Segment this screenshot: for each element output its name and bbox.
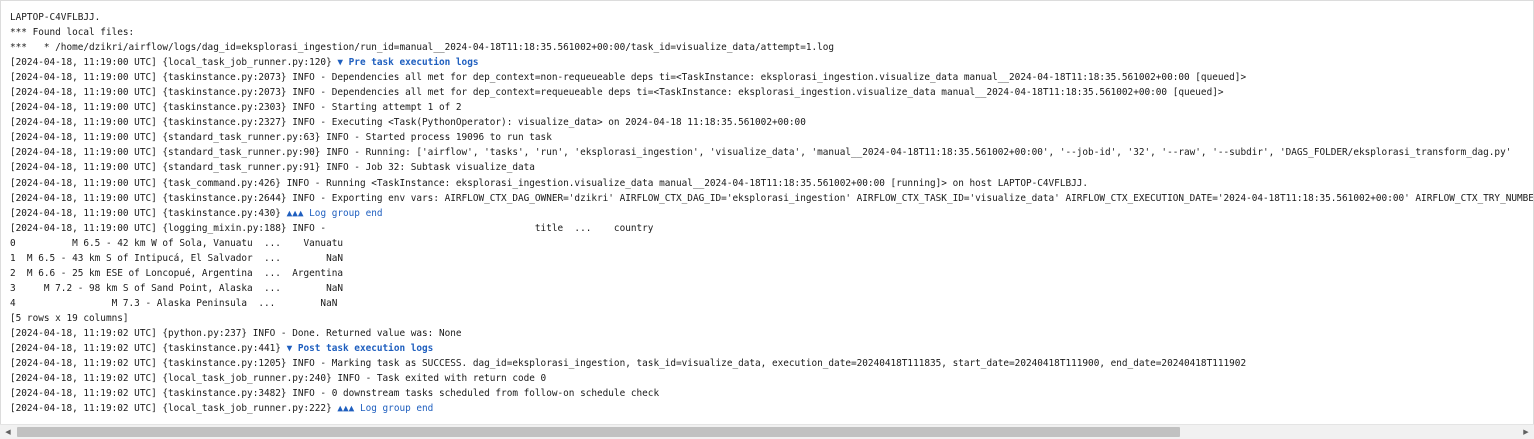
log-line: 0 M 6.5 - 42 km W of Sola, Vanuatu ... V… — [10, 236, 1533, 251]
log-line: [2024-04-18, 11:19:00 UTC] {taskinstance… — [10, 70, 1533, 85]
log-line: 1 M 6.5 - 43 km S of Intipucá, El Salvad… — [10, 251, 1533, 266]
log-line: [2024-04-18, 11:19:00 UTC] {standard_tas… — [10, 160, 1533, 175]
log-line: [2024-04-18, 11:19:02 UTC] {python.py:23… — [10, 326, 1533, 341]
log-line: LAPTOP-C4VFLBJJ. — [10, 10, 1533, 25]
log-content: LAPTOP-C4VFLBJJ. *** Found local files: **… — [10, 10, 1533, 416]
log-line-text: [2024-04-18, 11:19:02 UTC] {python.py:23… — [10, 327, 462, 339]
chevron-right-icon[interactable]: ▶ — [1519, 425, 1533, 439]
log-line-text: [2024-04-18, 11:19:02 UTC] {taskinstance… — [10, 388, 660, 400]
log-line-text: 4 M 7.3 - Alaska Peninsula ... NaN — [10, 297, 338, 309]
log-group-toggle[interactable]: ▼ Post task execution logs — [287, 343, 434, 354]
log-line-text: [2024-04-18, 11:19:00 UTC] {logging_mixi… — [10, 222, 654, 234]
log-line-text: [5 rows x 19 columns] — [10, 312, 129, 324]
log-line-text: [2024-04-18, 11:19:00 UTC] {taskinstance… — [10, 117, 806, 129]
log-group-end-link[interactable]: ▲▲▲ Log group end — [337, 403, 433, 414]
log-line-text: *** Found local files: — [10, 27, 135, 39]
log-line: [2024-04-18, 11:19:00 UTC] {local_task_j… — [10, 55, 1533, 70]
log-panel: LAPTOP-C4VFLBJJ. *** Found local files: **… — [0, 0, 1534, 439]
log-line: [2024-04-18, 11:19:00 UTC] {taskinstance… — [10, 115, 1533, 130]
log-line-text: 2 M 6.6 - 25 km ESE of Loncopué, Argenti… — [10, 267, 344, 279]
log-line: [2024-04-18, 11:19:00 UTC] {taskinstance… — [10, 206, 1533, 221]
log-line: [2024-04-18, 11:19:02 UTC] {taskinstance… — [10, 386, 1533, 401]
log-line-text: [2024-04-18, 11:19:02 UTC] {local_task_j… — [10, 403, 338, 415]
log-line: [5 rows x 19 columns] — [10, 311, 1533, 326]
log-line-text: 0 M 6.5 - 42 km W of Sola, Vanuatu ... V… — [10, 237, 344, 249]
chevron-left-icon[interactable]: ◀ — [1, 425, 15, 439]
log-line: [2024-04-18, 11:19:00 UTC] {taskinstance… — [10, 191, 1533, 206]
scrollbar-thumb[interactable] — [17, 427, 1180, 437]
log-line-text: [2024-04-18, 11:19:00 UTC] {standard_tas… — [10, 147, 1512, 159]
log-line-text: [2024-04-18, 11:19:00 UTC] {standard_tas… — [10, 162, 535, 174]
log-line-text: [2024-04-18, 11:19:00 UTC] {taskinstance… — [10, 87, 1224, 99]
log-line: [2024-04-18, 11:19:02 UTC] {taskinstance… — [10, 341, 1533, 356]
log-line-text: [2024-04-18, 11:19:00 UTC] {taskinstance… — [10, 192, 1534, 204]
log-line-text: [2024-04-18, 11:19:00 UTC] {taskinstance… — [10, 207, 287, 219]
log-line: [2024-04-18, 11:19:02 UTC] {taskinstance… — [10, 356, 1533, 371]
log-line: [2024-04-18, 11:19:00 UTC] {standard_tas… — [10, 145, 1533, 160]
log-line: [2024-04-18, 11:19:02 UTC] {local_task_j… — [10, 371, 1533, 386]
log-line-text: [2024-04-18, 11:19:02 UTC] {taskinstance… — [10, 343, 287, 355]
log-line-text: [2024-04-18, 11:19:00 UTC] {local_task_j… — [10, 57, 338, 69]
log-line: [2024-04-18, 11:19:00 UTC] {task_command… — [10, 176, 1533, 191]
log-line-text: LAPTOP-C4VFLBJJ. — [10, 12, 101, 23]
horizontal-scrollbar[interactable]: ◀ ▶ — [0, 424, 1534, 439]
log-line: [2024-04-18, 11:19:00 UTC] {standard_tas… — [10, 130, 1533, 145]
log-line: [2024-04-18, 11:19:02 UTC] {local_task_j… — [10, 401, 1533, 416]
log-line-text: 3 M 7.2 - 98 km S of Sand Point, Alaska … — [10, 282, 344, 294]
log-line: [2024-04-18, 11:19:00 UTC] {taskinstance… — [10, 85, 1533, 100]
log-line-text: [2024-04-18, 11:19:02 UTC] {local_task_j… — [10, 373, 547, 385]
log-line-text: [2024-04-18, 11:19:00 UTC] {taskinstance… — [10, 102, 462, 114]
log-line: 2 M 6.6 - 25 km ESE of Loncopué, Argenti… — [10, 266, 1533, 281]
log-line-text: [2024-04-18, 11:19:00 UTC] {task_command… — [10, 177, 1089, 189]
log-group-end-link[interactable]: ▲▲▲ Log group end — [287, 208, 383, 219]
log-line-text: *** * /home/dzikri/airflow/logs/dag_id=e… — [10, 42, 835, 54]
log-line-text: [2024-04-18, 11:19:02 UTC] {taskinstance… — [10, 358, 1247, 370]
log-line: *** Found local files: — [10, 25, 1533, 40]
log-line-text: 1 M 6.5 - 43 km S of Intipucá, El Salvad… — [10, 252, 344, 264]
log-line: [2024-04-18, 11:19:00 UTC] {taskinstance… — [10, 100, 1533, 115]
log-line: *** * /home/dzikri/airflow/logs/dag_id=e… — [10, 40, 1533, 55]
log-line: 4 M 7.3 - Alaska Peninsula ... NaN — [10, 296, 1533, 311]
log-line: 3 M 7.2 - 98 km S of Sand Point, Alaska … — [10, 281, 1533, 296]
log-group-toggle[interactable]: ▼ Pre task execution logs — [337, 57, 478, 68]
log-line-text: [2024-04-18, 11:19:00 UTC] {standard_tas… — [10, 132, 552, 144]
log-line-text: [2024-04-18, 11:19:00 UTC] {taskinstance… — [10, 72, 1247, 84]
log-line: [2024-04-18, 11:19:00 UTC] {logging_mixi… — [10, 221, 1533, 236]
